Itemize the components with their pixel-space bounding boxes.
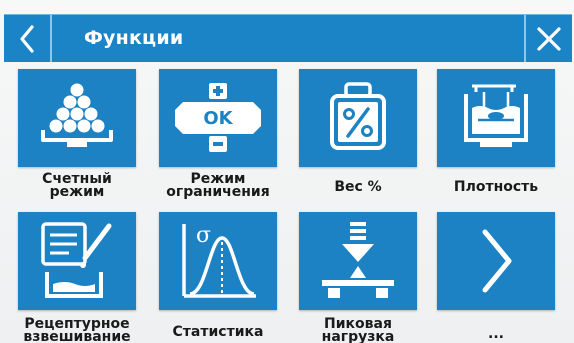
- tile-label-statistics: Статистика: [172, 324, 264, 340]
- close-button[interactable]: [524, 15, 572, 62]
- tile-recipe-weighing[interactable]: [18, 212, 136, 310]
- close-icon: [537, 26, 561, 51]
- tile-label-recipe-weighing: Рецептурное взвешивание: [23, 316, 131, 343]
- back-button[interactable]: [4, 15, 52, 62]
- tile-percent-weight[interactable]: [299, 69, 417, 167]
- checkweigh-ok-icon: OK: [175, 83, 261, 152]
- tile-label-density: Плотность: [453, 179, 539, 195]
- peak-load-icon: [322, 222, 394, 298]
- recipe-dropper-icon: [41, 222, 112, 298]
- screen: Функции OK Счетный режим Режим ограничен…: [0, 0, 574, 343]
- tile-density[interactable]: [437, 69, 555, 167]
- tile-counting-mode[interactable]: [18, 69, 136, 167]
- header-bar: Функции: [4, 14, 572, 62]
- percent-weight-icon: [330, 82, 386, 150]
- chevron-left-icon: [20, 24, 34, 53]
- tile-statistics[interactable]: σ: [159, 212, 277, 310]
- tile-label-peak-load: Пиковая нагрузка: [321, 316, 395, 343]
- tile-checkweigh-mode[interactable]: OK: [159, 69, 277, 167]
- tile-label-more-functions: ...: [488, 326, 504, 342]
- tile-label-checkweigh-mode: Режим ограничения: [166, 171, 270, 200]
- statistics-sigma-icon: σ: [182, 223, 256, 298]
- counting-balls-icon: [41, 83, 113, 147]
- tile-label-counting-mode: Счетный режим: [42, 171, 112, 200]
- density-beaker-icon: [464, 84, 528, 147]
- svg-text:OK: OK: [203, 108, 233, 129]
- tile-peak-load[interactable]: [299, 212, 417, 310]
- page-title: Функции: [84, 27, 184, 49]
- svg-text:σ: σ: [196, 223, 211, 248]
- tile-label-percent-weight: Вес %: [334, 179, 382, 195]
- tile-more-functions[interactable]: [437, 212, 555, 310]
- chevron-right-icon: [482, 229, 512, 293]
